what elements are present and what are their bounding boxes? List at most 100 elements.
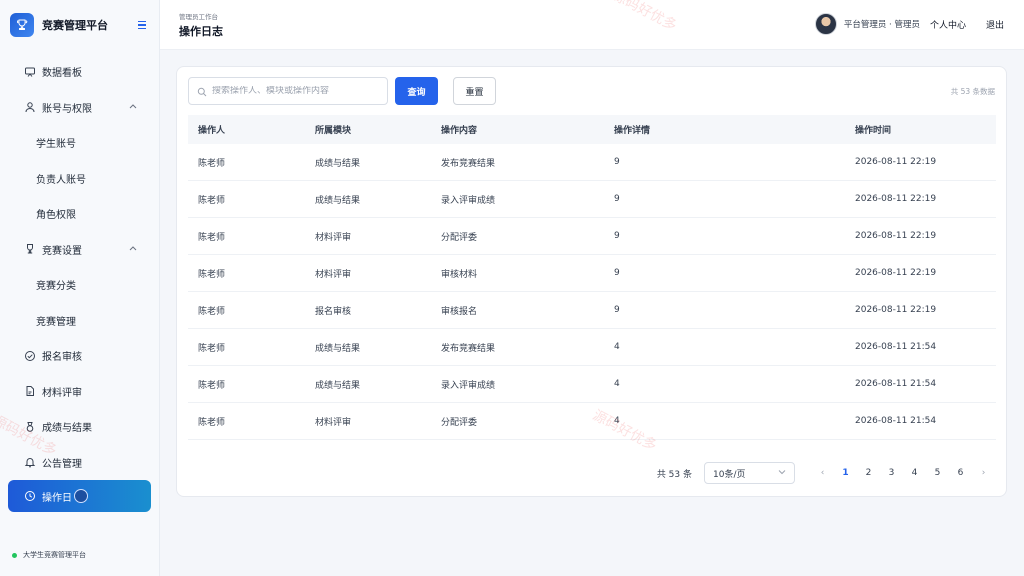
prev-page-button[interactable]: ‹ — [811, 468, 834, 478]
next-page-button[interactable]: › — [972, 468, 995, 478]
table-cell: 4 — [614, 416, 620, 426]
sidebar-item-material-review[interactable]: 材料评审 — [0, 374, 159, 410]
page-number-button[interactable]: 3 — [880, 468, 903, 478]
table-row[interactable]: 陈老师 成绩与结果 发布竞赛结果 9 2026-08-11 22:19 — [188, 144, 996, 181]
sidebar-item-registration-review[interactable]: 报名审核 — [0, 338, 159, 374]
user-icon — [24, 101, 36, 113]
sidebar-item-dashboard[interactable]: 数据看板 — [0, 54, 159, 90]
sidebar-item-label: 数据看板 — [42, 68, 82, 80]
profile-link[interactable]: 个人中心 — [930, 18, 966, 31]
table-cell: 录入评审成绩 — [441, 380, 496, 391]
page-size-value: 10条/页 — [713, 469, 746, 480]
check-circle-icon — [24, 350, 36, 362]
page-number-button[interactable]: 6 — [949, 468, 972, 478]
reset-button[interactable]: 重置 — [453, 77, 496, 105]
sidebar-item-label: 竞赛管理 — [36, 316, 76, 328]
pagination-total: 共 53 条 — [656, 469, 692, 480]
menu-toggle-icon[interactable] — [135, 18, 149, 32]
sidebar-item-label: 成绩与结果 — [42, 423, 92, 435]
brand: 竞赛管理平台 — [0, 0, 159, 50]
sidebar-item-accounts[interactable]: 账号与权限 — [0, 90, 159, 126]
table-cell: 9 — [614, 268, 620, 278]
table-cell: 陈老师 — [198, 343, 226, 354]
page-size-select[interactable]: 10条/页 — [704, 462, 795, 484]
search-input[interactable] — [212, 86, 382, 96]
table-row[interactable]: 陈老师 材料评审 分配评委 4 2026-08-11 21:54 — [188, 403, 996, 440]
sidebar-footer-label: 大学生竞赛管理平台 — [23, 551, 86, 559]
trophy-icon — [24, 243, 36, 255]
table-cell: 成绩与结果 — [315, 343, 361, 354]
user-role: 平台管理员 · 管理员 — [843, 20, 920, 30]
sidebar-footer: 大学生竞赛管理平台 — [12, 550, 86, 560]
table-row[interactable]: 陈老师 报名审核 审核报名 9 2026-08-11 22:19 — [188, 292, 996, 329]
log-table: 操作人 所属模块 操作内容 操作详情 操作时间 陈老师 成绩与结果 发布竞赛结果 9 2… — [188, 115, 996, 440]
query-button[interactable]: 查询 — [395, 77, 438, 105]
sidebar-item-operation-log[interactable]: 操作日 — [8, 480, 151, 512]
sidebar-item-student-accounts[interactable]: 学生账号 — [0, 125, 159, 161]
column-header: 操作详情 — [614, 126, 651, 136]
page-number-button[interactable]: 1 — [834, 468, 857, 478]
status-dot-icon — [12, 552, 17, 558]
chevron-up-icon — [129, 102, 137, 113]
sidebar-item-scores-results[interactable]: 成绩与结果 — [0, 409, 159, 445]
table-cell: 陈老师 — [198, 232, 226, 243]
table-row[interactable]: 陈老师 成绩与结果 录入评审成绩 9 2026-08-11 22:19 — [188, 181, 996, 218]
page-number-button[interactable]: 2 — [857, 468, 880, 478]
table-row[interactable]: 陈老师 材料评审 分配评委 9 2026-08-11 22:19 — [188, 218, 996, 255]
page-title: 操作日志 — [179, 25, 223, 38]
page-number-button[interactable]: 5 — [926, 468, 949, 478]
chevron-down-icon — [778, 468, 786, 478]
avatar[interactable] — [814, 13, 837, 35]
pagination: 共 53 条 10条/页 ‹ 123456 › — [657, 461, 995, 485]
sidebar: 竞赛管理平台 数据看板 账号与权限 学生账号 负责人账号 角色权限 竞赛设置 竞… — [0, 0, 160, 576]
table-cell: 2026-08-11 21:54 — [855, 379, 937, 389]
table-header: 操作人 所属模块 操作内容 操作详情 操作时间 — [188, 115, 996, 144]
table-body: 陈老师 成绩与结果 发布竞赛结果 9 2026-08-11 22:19 陈老师 成绩与结果录… — [188, 144, 996, 440]
total-count: 共 53 条数据 — [950, 87, 995, 96]
sidebar-item-announcements[interactable]: 公告管理 — [0, 445, 159, 481]
sidebar-item-manager-accounts[interactable]: 负责人账号 — [0, 161, 159, 197]
sidebar-item-label: 负责人账号 — [36, 174, 86, 186]
table-cell: 材料评审 — [315, 417, 352, 428]
chevron-up-icon — [129, 244, 137, 255]
table-row[interactable]: 陈老师 成绩与结果 发布竞赛结果 4 2026-08-11 21:54 — [188, 329, 996, 366]
table-cell: 2026-08-11 22:19 — [855, 305, 937, 315]
page-numbers: 123456 — [834, 468, 972, 478]
log-card: 查询 重置 共 53 条数据 操作人 所属模块 操作内容 操作详情 操作时间 陈… — [176, 66, 1007, 497]
logout-link[interactable]: 退出 — [986, 18, 1004, 31]
table-cell: 审核材料 — [441, 269, 478, 280]
table-cell: 4 — [614, 379, 620, 389]
sidebar-item-competition-management[interactable]: 竞赛管理 — [0, 303, 159, 339]
table-cell: 2026-08-11 22:19 — [855, 157, 937, 167]
table-cell: 成绩与结果 — [315, 380, 361, 391]
table-cell: 审核报名 — [441, 306, 478, 317]
sidebar-item-label: 学生账号 — [36, 139, 76, 151]
table-cell: 9 — [614, 231, 620, 241]
column-header: 操作人 — [198, 126, 226, 136]
table-cell: 发布竞赛结果 — [441, 343, 496, 354]
trophy-logo-icon — [10, 13, 34, 37]
search-box[interactable] — [188, 77, 388, 105]
table-cell: 9 — [614, 194, 620, 204]
table-row[interactable]: 陈老师 成绩与结果 录入评审成绩 4 2026-08-11 21:54 — [188, 366, 996, 403]
table-cell: 2026-08-11 22:19 — [855, 231, 937, 241]
table-cell: 发布竞赛结果 — [441, 158, 496, 169]
chart-board-icon — [24, 66, 36, 78]
table-cell: 陈老师 — [198, 195, 226, 206]
sidebar-nav: 数据看板 账号与权限 学生账号 负责人账号 角色权限 竞赛设置 竞赛分类 竞赛管… — [0, 54, 159, 512]
table-cell: 9 — [614, 157, 620, 167]
table-cell: 分配评委 — [441, 232, 478, 243]
table-row[interactable]: 陈老师 材料评审 审核材料 9 2026-08-11 22:19 — [188, 255, 996, 292]
sidebar-item-role-permissions[interactable]: 角色权限 — [0, 196, 159, 232]
table-cell: 材料评审 — [315, 269, 352, 280]
sidebar-item-competition-settings[interactable]: 竞赛设置 — [0, 232, 159, 268]
sidebar-item-competition-categories[interactable]: 竞赛分类 — [0, 267, 159, 303]
medal-icon — [24, 421, 36, 433]
table-cell: 9 — [614, 305, 620, 315]
page-number-button[interactable]: 4 — [903, 468, 926, 478]
table-cell: 4 — [614, 342, 620, 352]
sidebar-item-label: 公告管理 — [42, 458, 82, 470]
header: 管理员工作台 操作日志 平台管理员 · 管理员 个人中心 退出 — [160, 0, 1024, 50]
table-cell: 陈老师 — [198, 417, 226, 428]
sidebar-item-label: 报名审核 — [42, 352, 82, 364]
